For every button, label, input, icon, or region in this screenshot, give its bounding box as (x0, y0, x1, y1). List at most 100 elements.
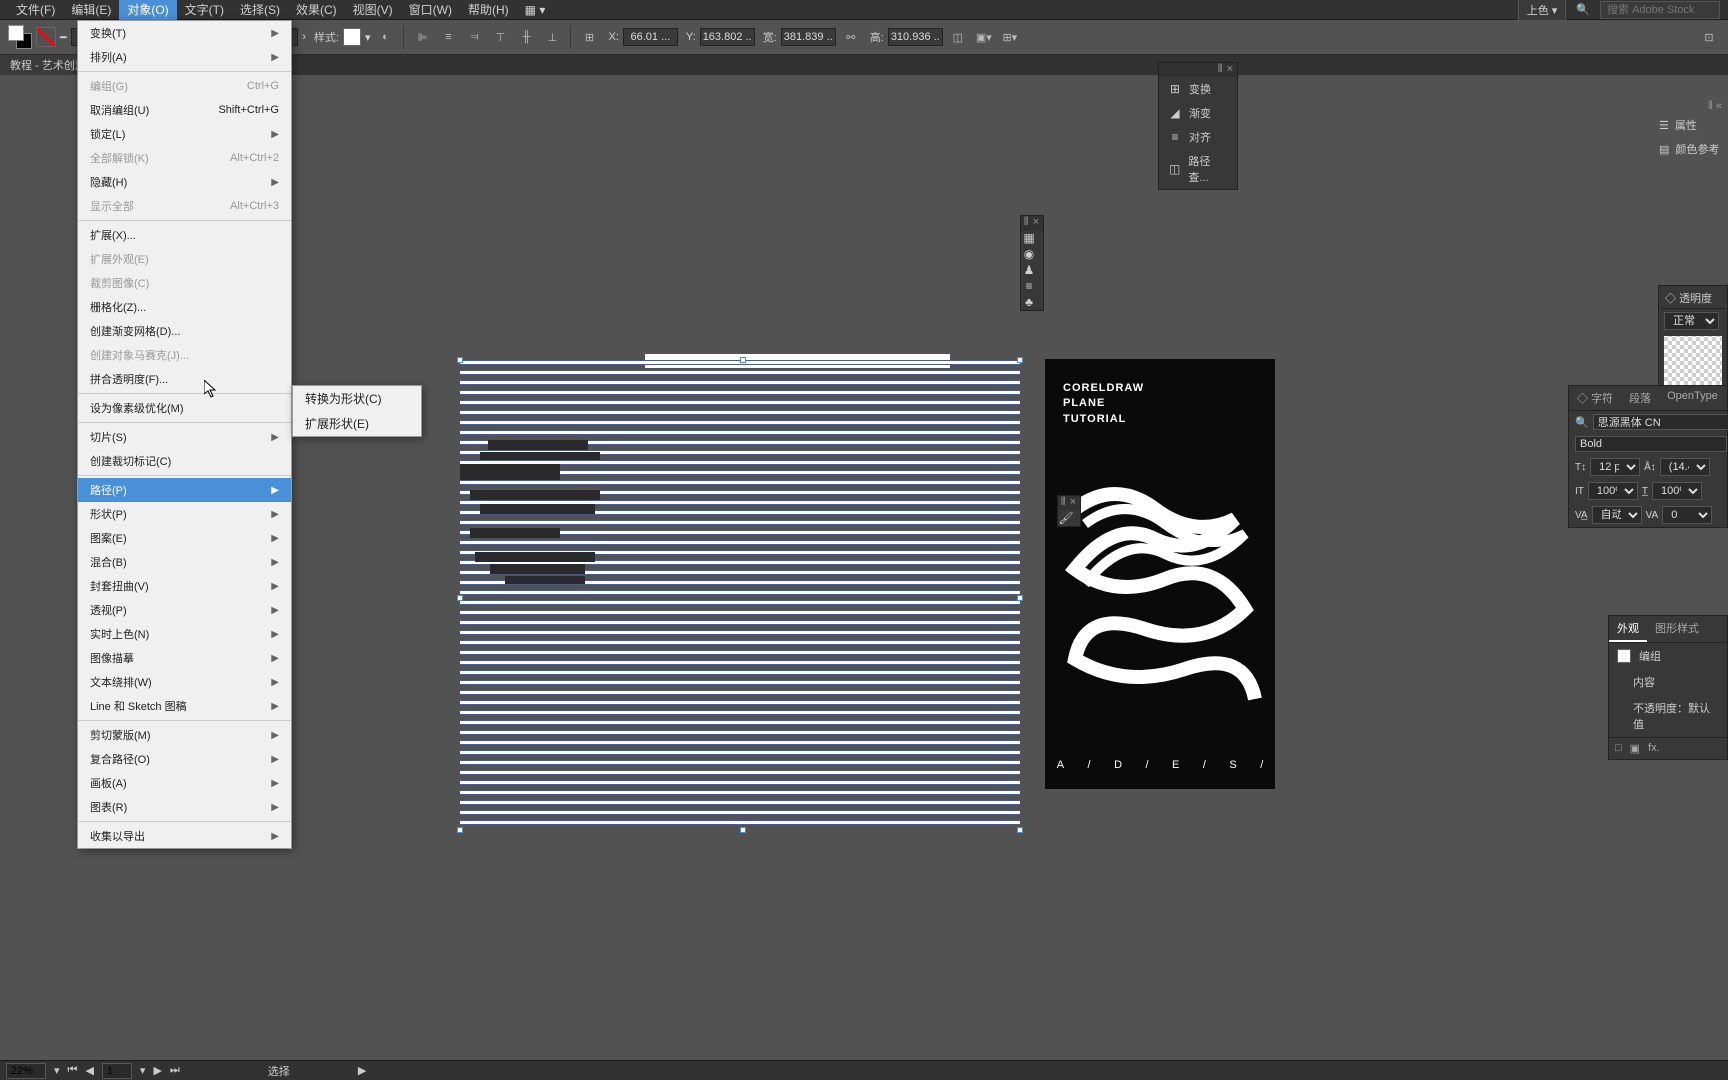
menu-item[interactable]: 形状(P)▶ (78, 502, 291, 526)
tab-appearance[interactable]: 外观 (1609, 616, 1647, 642)
new-stroke-icon[interactable]: ▣ (1630, 742, 1640, 755)
isolate-icon[interactable]: ▣▾ (973, 26, 995, 48)
menu-window[interactable]: 窗口(W) (401, 0, 460, 20)
nav-next-icon[interactable]: ▶ (153, 1064, 161, 1077)
menu-item[interactable]: 排列(A)▶ (78, 45, 291, 69)
fill-color-dropdown[interactable]: 上色 ▾ (1518, 0, 1567, 21)
menu-item[interactable]: 封套扭曲(V)▶ (78, 574, 291, 598)
menu-item[interactable]: 创建渐变网格(D)... (78, 319, 291, 343)
list-icon[interactable]: ≡ (1021, 278, 1037, 294)
menu-edit[interactable]: 编辑(E) (63, 0, 119, 20)
y-field[interactable] (700, 28, 755, 46)
zoom-level[interactable] (6, 1063, 46, 1079)
menu-help[interactable]: 帮助(H) (460, 0, 517, 20)
dock-colorguide[interactable]: ▤颜色参考 (1653, 137, 1728, 161)
artboard-num[interactable] (102, 1063, 132, 1079)
menu-item[interactable]: 图表(R)▶ (78, 795, 291, 819)
menu-view[interactable]: 视图(V) (345, 0, 401, 20)
align-panel-icon[interactable]: ⊞▾ (999, 26, 1021, 48)
menu-effect[interactable]: 效果(C) (288, 0, 345, 20)
menu-item[interactable]: 图像描摹▶ (78, 646, 291, 670)
menu-type[interactable]: 文字(T) (177, 0, 232, 20)
menu-item[interactable]: 收集以导出▶ (78, 824, 291, 848)
panel-item[interactable]: ◢渐变 (1159, 101, 1237, 125)
new-fill-icon[interactable]: □ (1615, 742, 1622, 755)
transform-icon[interactable]: ⊞ (578, 26, 600, 48)
dock-properties[interactable]: ☰属性 (1653, 113, 1728, 137)
fill-stroke-swatch[interactable] (8, 25, 32, 49)
w-field[interactable] (781, 28, 836, 46)
menu-item[interactable]: 隐藏(H)▶ (78, 170, 291, 194)
panel-item[interactable]: ≡对齐 (1159, 125, 1237, 149)
menu-item[interactable]: 透视(P)▶ (78, 598, 291, 622)
menu-item[interactable]: 拼合透明度(F)... (78, 367, 291, 391)
style-swatch[interactable] (343, 28, 361, 46)
x-field[interactable] (623, 28, 678, 46)
menu-object[interactable]: 对象(O) (119, 0, 176, 20)
panel-item[interactable]: ⊞变换 (1159, 77, 1237, 101)
cc-icon[interactable]: ◉ (1021, 246, 1037, 262)
align-hcenter-icon[interactable]: ≡ (437, 26, 459, 48)
appear-row[interactable]: 不透明度：默认值 (1609, 695, 1727, 737)
vscale[interactable]: 100% (1588, 482, 1638, 500)
tracking[interactable]: 自动 (1592, 506, 1642, 524)
menu-item[interactable]: 取消编组(U)Shift+Ctrl+G (78, 98, 291, 122)
menu-item[interactable]: 变换(T)▶ (78, 21, 291, 45)
leading[interactable]: (14.4 (1660, 458, 1710, 476)
submenu-item[interactable]: 扩展形状(E) (293, 411, 421, 436)
menu-item[interactable]: 锁定(L)▶ (78, 122, 291, 146)
close-icon[interactable]: × (1070, 496, 1076, 510)
nav-last-icon[interactable]: ⏭ (170, 1064, 180, 1077)
appear-row[interactable]: 编组 (1609, 643, 1727, 669)
menu-item[interactable]: 实时上色(N)▶ (78, 622, 291, 646)
menu-item[interactable]: 创建裁切标记(C) (78, 449, 291, 473)
menu-item[interactable]: 编组(G)Ctrl+G (78, 74, 291, 98)
artboard-tool-icon[interactable]: ▦ (1021, 230, 1037, 246)
link-wh-icon[interactable]: ⚯ (840, 26, 862, 48)
menu-item[interactable]: 显示全部Alt+Ctrl+3 (78, 194, 291, 218)
blend-mode[interactable]: 正常 (1664, 312, 1719, 330)
font-family[interactable] (1593, 414, 1728, 430)
adobe-stock-search[interactable] (1600, 1, 1720, 19)
menu-item[interactable]: 全部解锁(K)Alt+Ctrl+2 (78, 146, 291, 170)
align-top-icon[interactable]: ⊤ (489, 26, 511, 48)
close-icon[interactable]: × (1227, 63, 1233, 77)
nav-prev-icon[interactable]: ◀ (85, 1064, 93, 1077)
menu-item[interactable]: 复合路径(O)▶ (78, 747, 291, 771)
menu-select[interactable]: 选择(S) (232, 0, 288, 20)
menu-item[interactable]: 图案(E)▶ (78, 526, 291, 550)
menu-arrange-icon[interactable]: ▦ ▾ (517, 1, 554, 19)
cloud-icon[interactable]: ♣ (1021, 294, 1037, 310)
recolor-icon[interactable]: ◐ (374, 26, 396, 48)
menu-item[interactable]: 栅格化(Z)... (78, 295, 291, 319)
tab-char[interactable]: ◇ 字符 (1569, 386, 1621, 410)
menu-item[interactable]: 裁剪图像(C) (78, 271, 291, 295)
tab-para[interactable]: 段落 (1621, 386, 1659, 410)
menu-file[interactable]: 文件(F) (8, 0, 63, 20)
brush-icon[interactable]: 🖌 (1058, 510, 1074, 526)
nav-first-icon[interactable]: ⏮ (68, 1064, 78, 1077)
appear-row[interactable]: 内容 (1609, 669, 1727, 695)
tab-graphicstyle[interactable]: 图形样式 (1647, 616, 1707, 642)
tab-opentype[interactable]: OpenType (1659, 386, 1726, 410)
fx-icon[interactable]: fx. (1648, 742, 1660, 755)
font-size[interactable]: 12 pt (1590, 458, 1640, 476)
no-fill-icon[interactable] (36, 27, 56, 47)
menu-item[interactable]: 文本绕排(W)▶ (78, 670, 291, 694)
kerning[interactable]: 0 (1662, 506, 1712, 524)
person-icon[interactable]: ♟ (1021, 262, 1037, 278)
hscale[interactable]: 100% (1652, 482, 1702, 500)
align-right-icon[interactable]: ⫤ (463, 26, 485, 48)
h-field[interactable] (888, 28, 943, 46)
menu-item[interactable]: 设为像素级优化(M) (78, 396, 291, 420)
menu-item[interactable]: Line 和 Sketch 图稿▶ (78, 694, 291, 718)
font-weight[interactable] (1575, 436, 1727, 452)
close-icon[interactable]: × (1033, 216, 1039, 230)
menu-item[interactable]: 剪切蒙版(M)▶ (78, 723, 291, 747)
menu-item[interactable]: 扩展(X)... (78, 223, 291, 247)
align-left-icon[interactable]: ⊫ (411, 26, 433, 48)
menu-item[interactable]: 画板(A)▶ (78, 771, 291, 795)
submenu-item[interactable]: 转换为形状(C) (293, 386, 421, 411)
menu-item[interactable]: 创建对象马赛克(J)... (78, 343, 291, 367)
align-bottom-icon[interactable]: ⊥ (541, 26, 563, 48)
